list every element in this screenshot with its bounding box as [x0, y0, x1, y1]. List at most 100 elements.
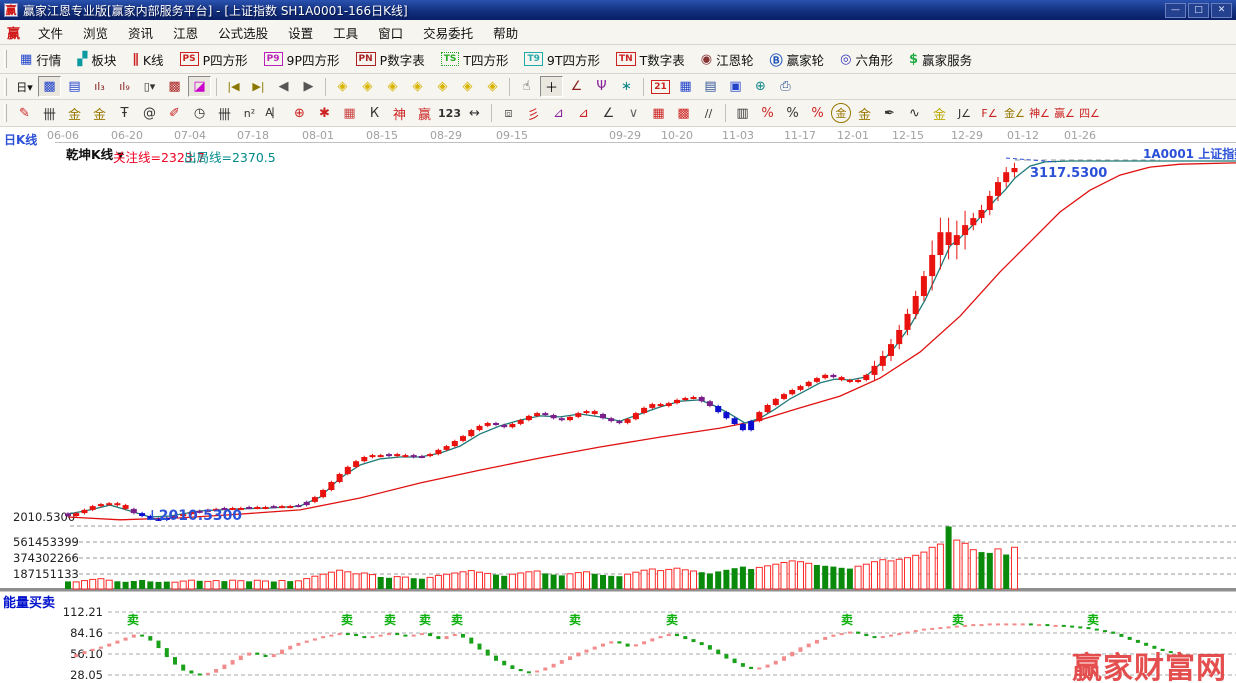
diamond-cross-tool[interactable]: ◈: [456, 76, 479, 97]
hash2-tool[interactable]: 卌: [213, 103, 236, 124]
grid-hash-tool[interactable]: 卌: [38, 103, 61, 124]
info-doc-icon[interactable]: ▤: [63, 76, 86, 97]
kline-button[interactable]: ∥K线: [124, 47, 171, 72]
gold-gann2-tool[interactable]: 金: [88, 103, 111, 124]
period-label[interactable]: 日K线: [4, 131, 37, 148]
p-square-button[interactable]: PSP四方形: [172, 47, 256, 72]
hexagon-button[interactable]: ◎六角形: [832, 47, 901, 72]
v-line-tool[interactable]: ∨: [622, 103, 645, 124]
diamond-expand-tool[interactable]: ◈: [481, 76, 504, 97]
gold-plain-tool[interactable]: 金: [928, 103, 951, 124]
toolbar-drag-handle[interactable]: [4, 78, 7, 96]
fan-box-purple-tool[interactable]: ⊿: [547, 103, 570, 124]
gann-shape-tool[interactable]: Ψ: [590, 76, 613, 97]
menu-3[interactable]: 江恩: [163, 20, 208, 45]
angle-measure-tool[interactable]: ∠: [565, 76, 588, 97]
winner-service-button[interactable]: $赢家服务: [901, 47, 980, 72]
k-notch-tool[interactable]: К: [363, 103, 386, 124]
kline-chart-canvas[interactable]: 06-0606-2007-0407-1808-0108-1508-2909-15…: [0, 127, 1236, 683]
notepad-icon[interactable]: ▤: [699, 76, 722, 97]
ink-pen-tool[interactable]: ✒: [878, 103, 901, 124]
printer-icon[interactable]: ⎙: [774, 76, 797, 97]
t-square-button[interactable]: TST四方形: [433, 47, 517, 72]
diamond-left-tool[interactable]: ◈: [331, 76, 354, 97]
a-wave-tool[interactable]: ∿: [903, 103, 926, 124]
maximize-button[interactable]: □: [1188, 3, 1209, 18]
pattern-red-icon[interactable]: ▩: [163, 76, 186, 97]
red-pen-tool[interactable]: ✐: [163, 103, 186, 124]
box-plot-tool[interactable]: ⧈: [497, 103, 520, 124]
prev-button[interactable]: ◀: [272, 76, 295, 97]
cloud-tool[interactable]: ∗: [615, 76, 638, 97]
menu-8[interactable]: 交易委托: [413, 20, 483, 45]
wave-9-icon[interactable]: ıl₉: [113, 76, 136, 97]
winner-wheel-button[interactable]: Ⓑ赢家轮: [762, 47, 833, 72]
pct-zigzag-tool[interactable]: %: [756, 103, 779, 124]
grid-red-tool[interactable]: ▦: [647, 103, 670, 124]
sectors-button[interactable]: ▞板块: [69, 47, 124, 72]
kline-period-dropdown[interactable]: 日▾: [13, 76, 36, 97]
shen-angle-tool[interactable]: 神∠: [1028, 103, 1051, 124]
title-bar[interactable]: 赢 赢家江恩专业版[赢家内部服务平台] - [上证指数 SH1A0001-166…: [0, 0, 1236, 20]
span-arrow-tool[interactable]: ↔: [463, 103, 486, 124]
gold-line-tool[interactable]: 金: [853, 103, 876, 124]
calendar-icon[interactable]: 21: [649, 76, 672, 97]
gold-gann-tool[interactable]: 金: [63, 103, 86, 124]
pct-line-tool[interactable]: %: [806, 103, 829, 124]
save-icon[interactable]: ▣: [724, 76, 747, 97]
slash-lines-tool[interactable]: ∕∕: [697, 103, 720, 124]
histogram-icon[interactable]: ◪: [188, 76, 211, 97]
star-red-tool[interactable]: ✱: [313, 103, 336, 124]
target-circle-tool[interactable]: ⊕: [288, 103, 311, 124]
t-number-table-button[interactable]: TNT数字表: [608, 47, 693, 72]
spiral-tool[interactable]: @: [138, 103, 161, 124]
menu-0[interactable]: 文件: [28, 20, 73, 45]
minimize-button[interactable]: —: [1165, 3, 1186, 18]
quotes-button[interactable]: ▦行情: [12, 47, 69, 72]
9p-square-button[interactable]: P99P四方形: [256, 47, 348, 72]
menu-4[interactable]: 公式选股: [208, 20, 278, 45]
win-tool[interactable]: 赢: [413, 103, 436, 124]
fan-red-tool[interactable]: 彡: [522, 103, 545, 124]
ruler-pct-tool[interactable]: ▥: [731, 103, 754, 124]
grid-red2-tool[interactable]: ▩: [672, 103, 695, 124]
9t-square-button[interactable]: T99T四方形: [516, 47, 608, 72]
menu-6[interactable]: 工具: [323, 20, 368, 45]
last-page-button[interactable]: ▶|: [247, 76, 270, 97]
win-angle-tool[interactable]: 赢∠: [1053, 103, 1076, 124]
calculator-icon[interactable]: ▦: [674, 76, 697, 97]
chart-region[interactable]: 06-0606-2007-0407-1808-0108-1508-2909-15…: [0, 127, 1236, 683]
diamond-h-tool[interactable]: ◈: [381, 76, 404, 97]
j-angle-tool[interactable]: J∠: [953, 103, 976, 124]
f-angle-tool[interactable]: F∠: [978, 103, 1001, 124]
indicator-pane-label[interactable]: 能量买卖: [3, 592, 55, 611]
menu-1[interactable]: 浏览: [73, 20, 118, 45]
toolbar-drag-handle[interactable]: [4, 50, 7, 68]
menu-2[interactable]: 资讯: [118, 20, 163, 45]
next-button[interactable]: ▶: [297, 76, 320, 97]
close-button[interactable]: ✕: [1211, 3, 1232, 18]
n-squared-tool[interactable]: n²: [238, 103, 261, 124]
toolbar-drag-handle[interactable]: [4, 104, 7, 122]
network-icon[interactable]: ⊕: [749, 76, 772, 97]
menu-9[interactable]: 帮助: [483, 20, 528, 45]
four-angle-tool[interactable]: 四∠: [1078, 103, 1101, 124]
a-line-tool[interactable]: A⎸: [263, 103, 286, 124]
angle-fan-tool[interactable]: ∠: [597, 103, 620, 124]
first-page-button[interactable]: |◀: [222, 76, 245, 97]
menu-7[interactable]: 窗口: [368, 20, 413, 45]
diamond-out-tool[interactable]: ◈: [431, 76, 454, 97]
fan-box-red-tool[interactable]: ⊿: [572, 103, 595, 124]
gann-wheel-button[interactable]: ◉江恩轮: [693, 47, 762, 72]
menu-5[interactable]: 设置: [278, 20, 323, 45]
f-grid-tool[interactable]: Ŧ: [113, 103, 136, 124]
square-grid-tool[interactable]: ▦: [338, 103, 361, 124]
gold-angle-tool[interactable]: 金∠: [1003, 103, 1026, 124]
candle-style-dropdown[interactable]: ▯▾: [138, 76, 161, 97]
ruler-123-tool[interactable]: 123: [438, 103, 461, 124]
diamond-in-tool[interactable]: ◈: [406, 76, 429, 97]
pen-tool[interactable]: ✎: [13, 103, 36, 124]
diamond-right-tool[interactable]: ◈: [356, 76, 379, 97]
clock-cycle-tool[interactable]: ◷: [188, 103, 211, 124]
pattern-window-icon[interactable]: ▩: [38, 76, 61, 97]
